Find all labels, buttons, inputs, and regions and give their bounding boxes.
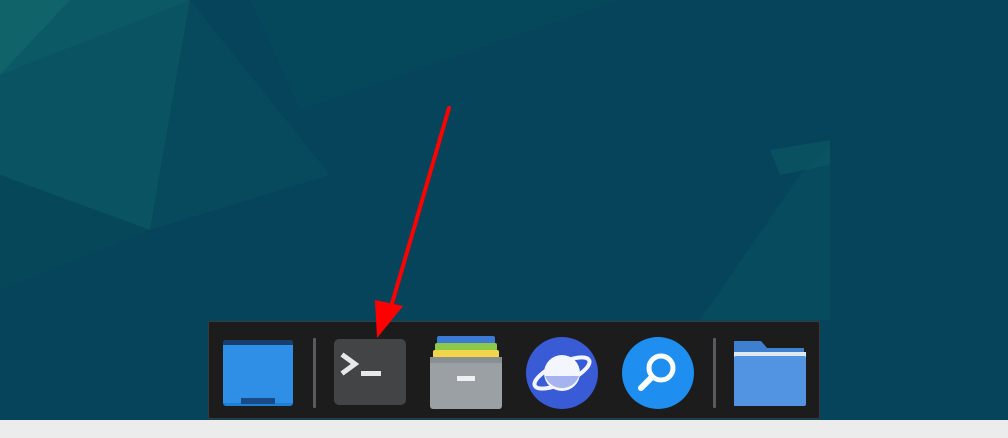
magnifier-icon <box>622 337 694 409</box>
window-icon <box>223 340 293 406</box>
folder-icon <box>734 341 806 406</box>
dock-item-show-desktop[interactable] <box>219 336 297 410</box>
dock-item-file-manager[interactable] <box>731 336 809 410</box>
dock-separator <box>313 338 316 408</box>
dock-item-archive-manager[interactable] <box>427 336 505 410</box>
dock-separator <box>713 338 716 408</box>
archive-icon <box>430 336 502 409</box>
dock <box>208 321 820 419</box>
dock-item-web-browser[interactable] <box>523 336 601 410</box>
terminal-icon <box>334 339 406 405</box>
dock-item-terminal[interactable] <box>331 336 409 410</box>
planet-browser-icon <box>526 337 598 409</box>
dock-item-search[interactable] <box>619 336 697 410</box>
bottom-panel-strip <box>0 420 1008 438</box>
